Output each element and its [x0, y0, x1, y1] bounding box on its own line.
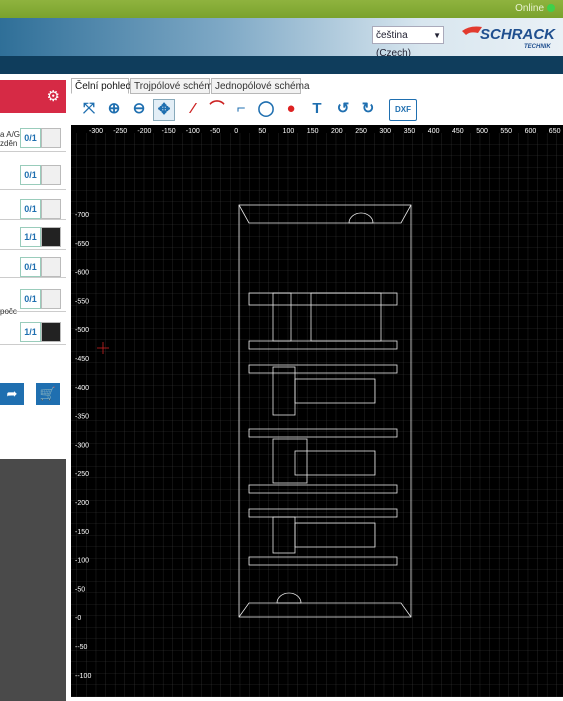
list-item-checkbox[interactable] [41, 257, 61, 277]
count-badge[interactable]: 0/1 [20, 165, 41, 185]
text-icon[interactable]: T [307, 99, 327, 119]
gear-icon[interactable]: ⚙ [47, 87, 60, 105]
y-tick-label: -600 [75, 270, 89, 277]
cart-button[interactable]: 🛒 [36, 383, 60, 405]
left-panel-header: ⚙ [0, 80, 66, 113]
y-tick-label: -0 [75, 615, 81, 622]
schrack-logo: SCHRACK TECHNIK [462, 26, 556, 50]
brand-line1: SCHRACK [480, 26, 556, 43]
y-tick-label: -300 [75, 442, 89, 449]
tab-front-view[interactable]: Čelní pohled [71, 78, 131, 94]
chevron-down-icon: ▼ [433, 31, 441, 40]
list-item: 0/1 [0, 161, 66, 190]
export-button[interactable]: ➦ [0, 383, 24, 405]
drawing-toolbar: ⤧ ⊕ ⊖ ✥ ⁄ ⌒ ⌐ ◯ ● T ↺ ↻ DXF [71, 95, 563, 126]
y-tick-label: -700 [75, 212, 89, 219]
online-label: Online [515, 3, 544, 14]
zoom-in-icon[interactable]: ⊕ [104, 99, 124, 119]
cart-icon: 🛒 [39, 386, 57, 401]
y-tick-label: -150 [75, 529, 89, 536]
y-tick-label: -250 [75, 471, 89, 478]
count-badge[interactable]: 0/1 [20, 289, 41, 309]
y-tick-label: -500 [75, 327, 89, 334]
nav-strip [0, 56, 563, 74]
y-tick-label: -350 [75, 414, 89, 421]
online-dot-icon [547, 4, 555, 12]
tab-single-pole[interactable]: Jednopólové schéma [211, 78, 310, 94]
drawing-canvas[interactable]: -700 -650 -600 -550 -500 -450 -400 -350 -300 -250… [71, 133, 563, 697]
line-icon[interactable]: ⁄ [183, 99, 203, 119]
component-list: a A/G zděn 0/1 0/1 0/1 1/1 0/1 počc 0/1 … [0, 113, 66, 459]
list-item-checkbox[interactable] [41, 199, 61, 219]
list-item: 1/1 [0, 318, 66, 345]
y-tick-label: --100 [75, 673, 91, 680]
list-item: 0/1 [0, 197, 66, 220]
count-badge[interactable]: 0/1 [20, 199, 41, 219]
list-item-checkbox[interactable] [41, 289, 61, 309]
shape-icon[interactable]: ◯ [256, 99, 276, 119]
redo-icon[interactable]: ↻ [358, 99, 378, 119]
list-item: počc 0/1 [0, 285, 66, 316]
count-badge[interactable]: 1/1 [20, 322, 41, 342]
list-item-checkbox[interactable] [41, 128, 61, 148]
cabinet-drawing: -700 -650 -600 -550 -500 -450 -400 -350 -300 -250… [71, 133, 563, 697]
list-item: 1/1 [0, 225, 66, 250]
language-select-value: čeština (Czech) [376, 30, 412, 59]
share-icon: ➦ [6, 386, 18, 401]
component-thumbnail-icon[interactable] [41, 227, 61, 247]
undo-icon[interactable]: ↺ [333, 99, 353, 119]
y-tick-label: -450 [75, 356, 89, 363]
point-icon[interactable]: ● [281, 99, 301, 119]
y-tick-label: -550 [75, 298, 89, 305]
online-indicator: Online [515, 3, 555, 14]
fit-icon[interactable]: ⤧ [79, 99, 99, 119]
y-tick-label: --50 [75, 644, 88, 651]
list-item-label: počc [0, 307, 17, 316]
arc-icon[interactable]: ⌒ [207, 99, 227, 119]
component-thumbnail-icon[interactable] [41, 322, 61, 342]
brand-line2: TECHNIK [524, 44, 551, 50]
list-item-label: a A/G zděn [0, 130, 21, 148]
tab-three-pole[interactable]: Trojpólové schéma [130, 78, 218, 94]
list-item-checkbox[interactable] [41, 165, 61, 185]
polyline-icon[interactable]: ⌐ [231, 99, 251, 119]
list-item: a A/G zděn 0/1 [0, 118, 66, 152]
app-header: čeština (Czech) ▼ SCHRACK TECHNIK [0, 18, 563, 59]
count-badge[interactable]: 0/1 [20, 257, 41, 277]
list-item: 0/1 [0, 255, 66, 278]
count-badge[interactable]: 0/1 [20, 128, 41, 148]
y-tick-label: -50 [75, 586, 85, 593]
y-tick-label: -400 [75, 385, 89, 392]
pan-icon[interactable]: ✥ [153, 99, 175, 121]
zoom-out-icon[interactable]: ⊖ [129, 99, 149, 119]
count-badge[interactable]: 1/1 [20, 227, 41, 247]
language-select[interactable]: čeština (Czech) ▼ [372, 26, 444, 59]
left-panel: ⚙ a A/G zděn 0/1 0/1 0/1 1/1 0/1 počc 0/… [0, 80, 66, 701]
status-bar: Online [0, 0, 563, 18]
dxf-export-icon[interactable]: DXF [389, 99, 417, 121]
y-tick-label: -200 [75, 500, 89, 507]
y-tick-label: -650 [75, 241, 89, 248]
y-tick-label: -100 [75, 558, 89, 565]
